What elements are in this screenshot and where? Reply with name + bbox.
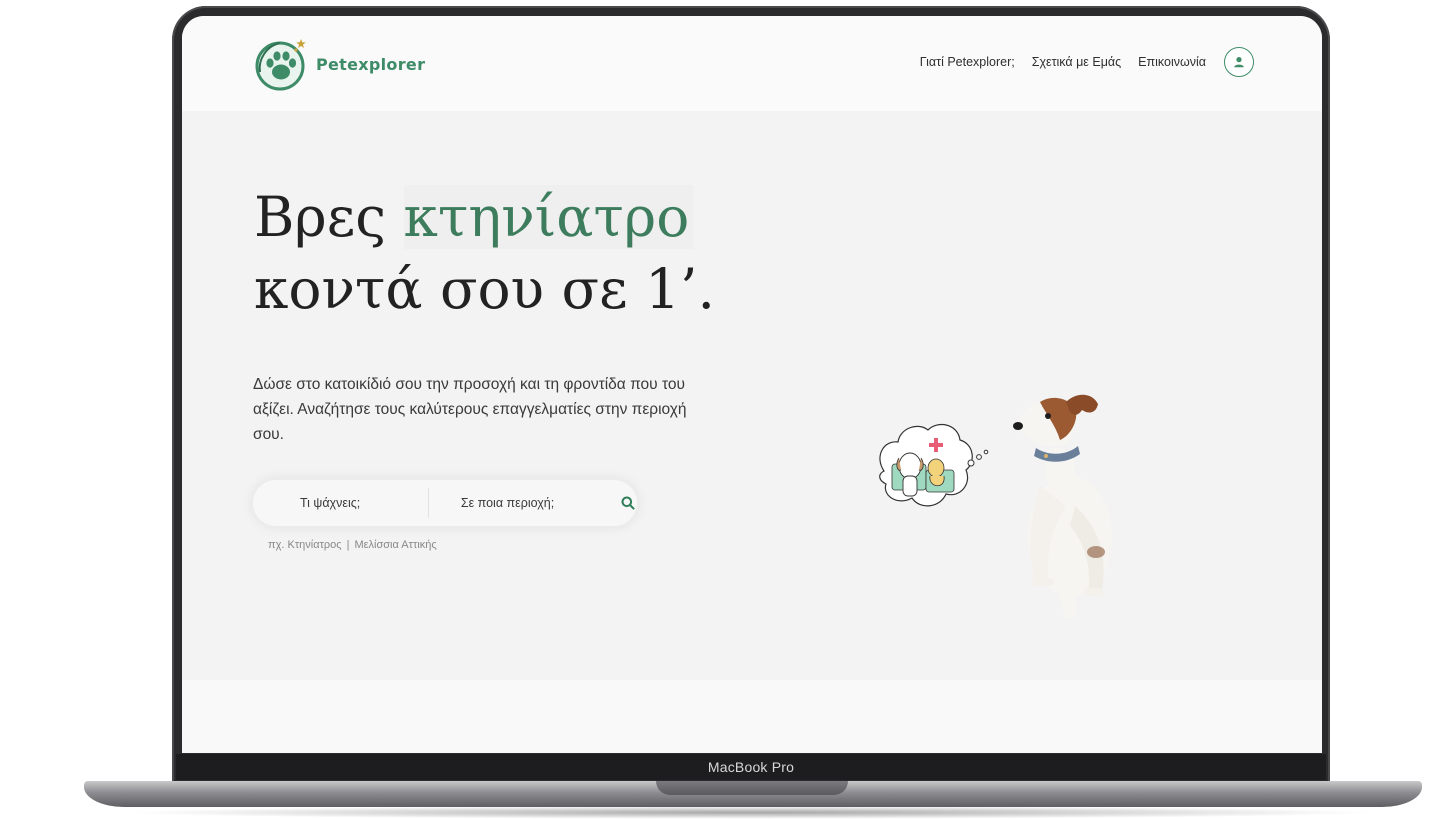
search-hint: πχ. Κτηνίατρος | Μελίσσια Αττικής [268,539,437,551]
search-bar [252,479,638,527]
laptop-screen: Petexplorer Γιατί Petexplorer; Σχετικά μ… [182,16,1322,753]
hero-title-accent: κτηνίατρο [403,185,694,249]
search-icon [621,496,636,510]
dog-photo [1013,394,1112,618]
main-nav: Γιατί Petexplorer; Σχετικά με Εμάς Επικο… [903,47,1254,77]
laptop-notch [656,781,848,795]
hint-what: πχ. Κτηνίατρος [268,539,342,551]
hero-subtitle: Δώσε στο κατοικίδιό σου την προσοχή και … [253,375,687,443]
logo-text: Petexplorer [316,54,426,74]
dog-illustration [879,394,1112,618]
hero-title-end: κοντά σου σε 1’. [254,257,716,321]
hero-title-start: Βρες [254,185,404,249]
nav-contact[interactable]: Επικοινωνία [1138,55,1206,69]
thought-bubble-icon [879,423,989,507]
paw-logo-icon [255,39,306,91]
hint-where: Μελίσσια Αττικής [354,539,437,551]
search-what-input[interactable] [298,495,422,511]
hint-separator: | [346,539,350,551]
next-section [182,680,1322,753]
user-icon [1234,57,1244,68]
search-location-input[interactable] [458,495,603,511]
device-label: MacBook Pro [707,759,795,775]
nav-why-petexplorer[interactable]: Γιατί Petexplorer; [920,55,1015,69]
nav-about-us[interactable]: Σχετικά με Εμάς [1032,55,1121,69]
site-header: Petexplorer Γιατί Petexplorer; Σχετικά μ… [182,16,1322,111]
laptop-base [84,781,1422,807]
hero-section: Βρες κτηνίατρο κοντά σου σε 1’. Δώσε στο … [182,111,1322,680]
hero-title: Βρες κτηνίατρο κοντά σου σε 1’. [254,181,715,325]
laptop-shadow [120,806,1380,819]
search-divider [428,488,429,518]
logo[interactable]: Petexplorer [254,36,425,92]
search-button[interactable] [619,492,638,514]
laptop-chin: MacBook Pro [176,754,1326,780]
user-account-button[interactable] [1224,47,1254,77]
